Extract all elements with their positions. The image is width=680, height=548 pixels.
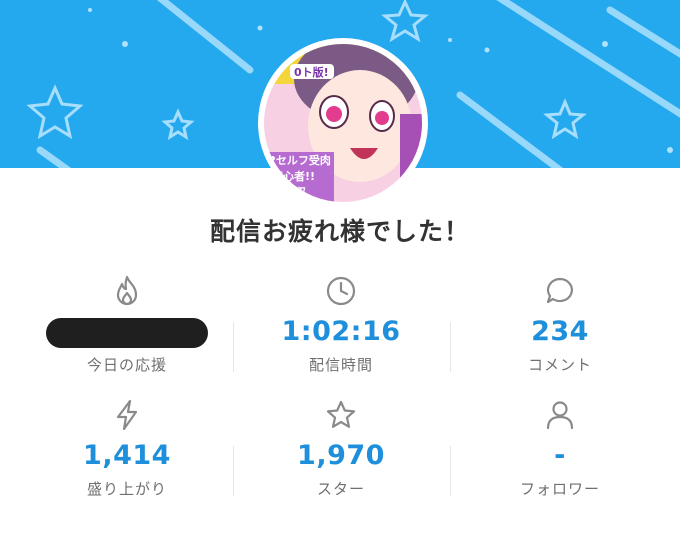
stat-stars: 1,970 スター [228, 398, 454, 499]
fire-icon [14, 274, 240, 308]
stat-label: 盛り上がり [86, 480, 167, 498]
clock-icon [228, 274, 454, 308]
stream-finished-title: 配信お疲れ様でした！ [209, 217, 470, 246]
lightning-icon [14, 398, 240, 432]
person-icon [447, 398, 673, 432]
avatar-illustration: 0ト版! ♥セルフ受肉 初心者!! 回収 [264, 44, 422, 202]
star-icon [228, 398, 454, 432]
stat-value: 1,970 [297, 440, 385, 471]
stat-value: - [554, 440, 566, 471]
stat-value: 234 [531, 316, 589, 347]
stat-label: フォロワー [519, 480, 600, 498]
comment-bubble-icon [447, 274, 673, 308]
stat-today-support: 今日の応援 [14, 274, 240, 375]
stat-followers: - フォロワー [447, 398, 673, 499]
avatar-text-2: ♥セルフ受肉 [266, 153, 331, 167]
avatar-text-3: 初心者!! [272, 169, 315, 183]
stat-comments: 234 コメント [447, 274, 673, 375]
stat-label: スター [316, 480, 365, 498]
stat-label: 今日の応援 [86, 356, 167, 374]
stat-label: 配信時間 [308, 356, 373, 374]
avatar-text-4: 回収 [284, 185, 307, 199]
stat-stream-time: 1:02:16 配信時間 [228, 274, 454, 375]
stat-value-redacted [14, 314, 240, 350]
redacted-bar [46, 317, 208, 348]
stat-label: コメント [527, 356, 592, 374]
streamer-avatar: 0ト版! ♥セルフ受肉 初心者!! 回収 [258, 38, 428, 208]
stat-value: 1:02:16 [281, 316, 401, 347]
avatar-text-1: 0ト版! [294, 65, 329, 79]
stat-excitement: 1,414 盛り上がり [14, 398, 240, 499]
stat-value: 1,414 [83, 440, 171, 471]
